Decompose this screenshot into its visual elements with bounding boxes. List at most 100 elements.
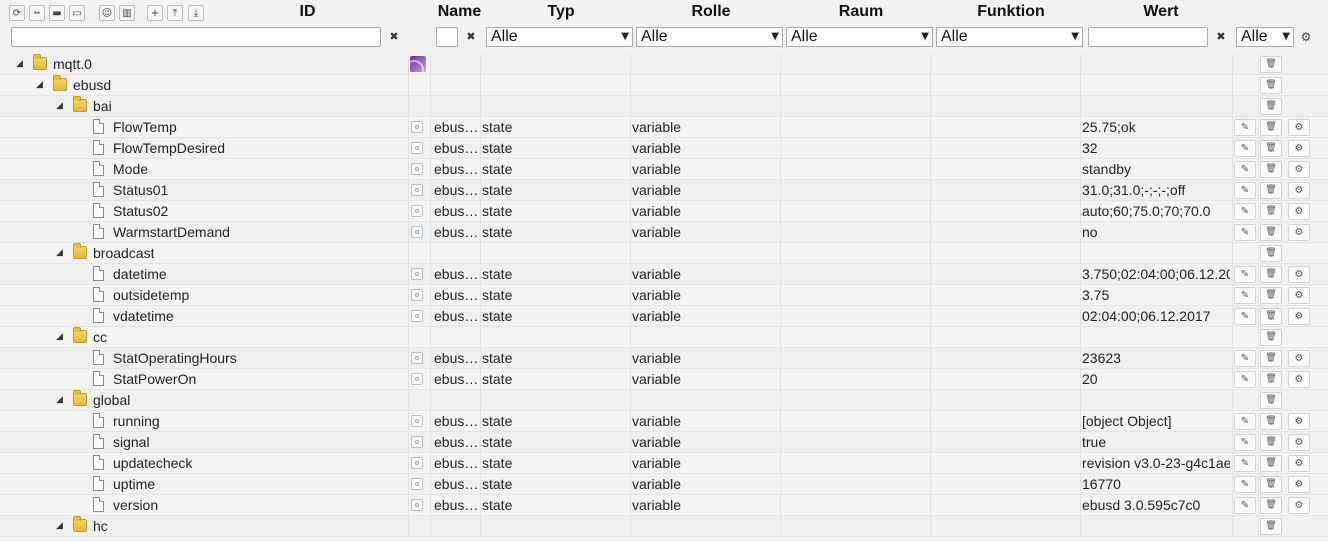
value-cell[interactable]: 20 [1082,369,1230,389]
value-cell[interactable]: standby [1082,159,1230,179]
expand-toggle-icon[interactable]: ◢ [36,75,46,95]
state-row[interactable]: outsidetemp ebus… state variable 3.75 ✎ 🗑 ⚙ [0,285,1328,306]
state-row[interactable]: FlowTempDesired ebus… state variable 32 ✎ 🗑 ⚙ [0,138,1328,159]
delete-icon[interactable]: 🗑 [1260,455,1282,472]
column-settings-gear-icon[interactable]: ⚙ [1298,29,1314,45]
delete-icon[interactable]: 🗑 [1260,308,1282,325]
value-cell[interactable]: auto;60;75.0;70;70.0 [1082,201,1230,221]
delete-icon[interactable]: 🗑 [1260,224,1282,241]
state-row[interactable]: Status02 ebus… state variable auto;60;75.0;7… [0,201,1328,222]
delete-icon[interactable]: 🗑 [1260,266,1282,283]
value-cell[interactable]: 3.75 [1082,285,1230,305]
add-icon[interactable]: + [147,5,163,21]
delete-icon[interactable]: 🗑 [1260,119,1282,136]
delete-icon[interactable]: 🗑 [1260,518,1282,535]
list-icon[interactable]: ┅ [29,5,45,21]
expand-toggle-icon[interactable]: ◢ [56,327,66,347]
state-row[interactable]: StatOperatingHours ebus… state variable 2362… [0,348,1328,369]
value-cell[interactable]: true [1082,432,1230,452]
user-icon[interactable]: ☺ [99,5,115,21]
clear-value-filter-icon[interactable]: ✖ [1213,29,1229,45]
settings-gear-icon[interactable]: ⚙ [1288,434,1310,451]
expand-toggle-icon[interactable]: ◢ [56,390,66,410]
delete-icon[interactable]: 🗑 [1260,476,1282,493]
value-cell[interactable]: [object Object] [1082,411,1230,431]
settings-gear-icon[interactable]: ⚙ [1288,308,1310,325]
settings-gear-icon[interactable]: ⚙ [1288,413,1310,430]
delete-icon[interactable]: 🗑 [1260,182,1282,199]
delete-icon[interactable]: 🗑 [1260,98,1282,115]
edit-icon[interactable]: ✎ [1234,308,1256,325]
state-row[interactable]: datetime ebus… state variable 3.750;02:04:00… [0,264,1328,285]
delete-icon[interactable]: 🗑 [1260,413,1282,430]
value-cell[interactable]: revision v3.0-23-g4c1ae [1082,453,1230,473]
delete-icon[interactable]: 🗑 [1260,140,1282,157]
expand-toggle-icon[interactable]: ◢ [56,96,66,116]
id-filter-input[interactable] [11,27,381,47]
value-cell[interactable]: 3.750;02:04:00;06.12.2017 [1082,264,1230,284]
value-filter-select[interactable]: Alle ▼ [1236,27,1294,47]
edit-icon[interactable]: ✎ [1234,350,1256,367]
delete-icon[interactable]: 🗑 [1260,392,1282,409]
room-filter-select[interactable]: Alle ▼ [786,27,933,47]
column-header-function[interactable]: Funktion [936,3,1086,21]
state-row[interactable]: Mode ebus… state variable standby ✎ 🗑 ⚙ [0,159,1328,180]
edit-icon[interactable]: ✎ [1234,287,1256,304]
state-row[interactable]: vdatetime ebus… state variable 02:04:00;06.1… [0,306,1328,327]
folder-row[interactable]: ◢ hc 🗑 [0,516,1328,537]
value-cell[interactable]: 32 [1082,138,1230,158]
delete-icon[interactable]: 🗑 [1260,371,1282,388]
edit-icon[interactable]: ✎ [1234,203,1256,220]
state-row[interactable]: version ebus… state variable ebusd 3.0.595c7… [0,495,1328,516]
settings-gear-icon[interactable]: ⚙ [1288,371,1310,388]
delete-icon[interactable]: 🗑 [1260,161,1282,178]
settings-gear-icon[interactable]: ⚙ [1288,497,1310,514]
edit-icon[interactable]: ✎ [1234,266,1256,283]
column-header-room[interactable]: Raum [786,3,936,21]
delete-icon[interactable]: 🗑 [1260,350,1282,367]
edit-icon[interactable]: ✎ [1234,140,1256,157]
value-cell[interactable]: 25.75;ok [1082,117,1230,137]
refresh-icon[interactable]: ⟳ [9,5,25,21]
edit-icon[interactable]: ✎ [1234,497,1256,514]
upload-icon[interactable]: ⤒ [167,5,183,21]
delete-icon[interactable]: 🗑 [1260,287,1282,304]
value-cell[interactable]: 23623 [1082,348,1230,368]
state-row[interactable]: updatecheck ebus… state variable revision v3… [0,453,1328,474]
folder-row[interactable]: ◢ global 🗑 [0,390,1328,411]
state-row[interactable]: StatPowerOn ebus… state variable 20 ✎ 🗑 ⚙ [0,369,1328,390]
settings-gear-icon[interactable]: ⚙ [1288,119,1310,136]
delete-icon[interactable]: 🗑 [1260,245,1282,262]
settings-gear-icon[interactable]: ⚙ [1288,476,1310,493]
delete-icon[interactable]: 🗑 [1260,77,1282,94]
column-header-id[interactable]: ID [200,3,415,21]
state-row[interactable]: signal ebus… state variable true ✎ 🗑 ⚙ [0,432,1328,453]
delete-icon[interactable]: 🗑 [1260,203,1282,220]
edit-icon[interactable]: ✎ [1234,476,1256,493]
settings-gear-icon[interactable]: ⚙ [1288,182,1310,199]
settings-gear-icon[interactable]: ⚙ [1288,224,1310,241]
delete-icon[interactable]: 🗑 [1260,497,1282,514]
edit-icon[interactable]: ✎ [1234,161,1256,178]
state-row[interactable]: running ebus… state variable [object Object]… [0,411,1328,432]
delete-icon[interactable]: 🗑 [1260,329,1282,346]
edit-icon[interactable]: ✎ [1234,434,1256,451]
expand-toggle-icon[interactable]: ◢ [56,243,66,263]
column-header-name[interactable]: Name [432,3,487,21]
folder-row[interactable]: ◢ bai 🗑 [0,96,1328,117]
folder-row[interactable]: ◢ broadcast 🗑 [0,243,1328,264]
delete-icon[interactable]: 🗑 [1260,56,1282,73]
folder-row[interactable]: ◢ mqtt.0 🗑 [0,54,1328,75]
book-icon[interactable]: ▥ [119,5,135,21]
role-filter-select[interactable]: Alle ▼ [636,27,783,47]
function-filter-select[interactable]: Alle ▼ [936,27,1083,47]
folder-open-icon[interactable]: ▭ [69,5,85,21]
state-row[interactable]: WarmstartDemand ebus… state variable no ✎ 🗑 ⚙ [0,222,1328,243]
value-cell[interactable]: 31.0;31.0;-;-;-;off [1082,180,1230,200]
clear-name-filter-icon[interactable]: ✖ [463,29,479,45]
edit-icon[interactable]: ✎ [1234,371,1256,388]
settings-gear-icon[interactable]: ⚙ [1288,161,1310,178]
settings-gear-icon[interactable]: ⚙ [1288,350,1310,367]
folder-row[interactable]: ◢ ebusd 🗑 [0,75,1328,96]
type-filter-select[interactable]: Alle ▼ [486,27,633,47]
